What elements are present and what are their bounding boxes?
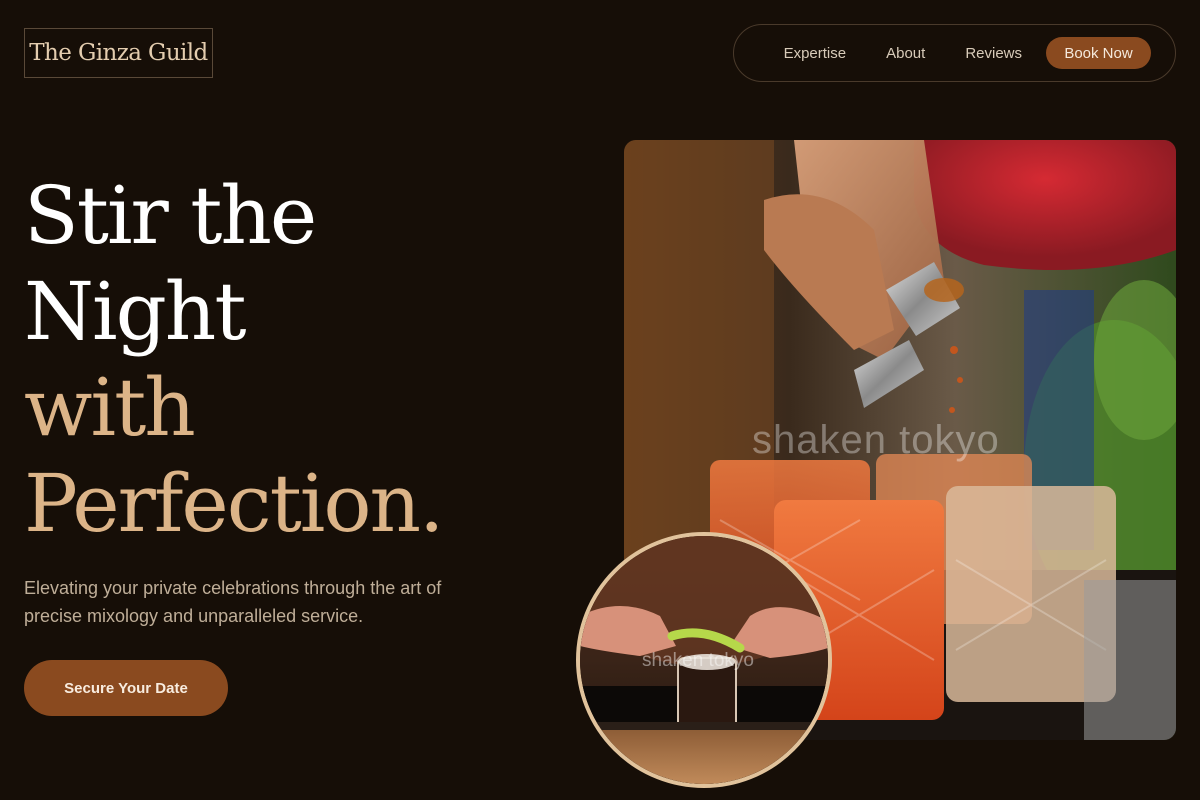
main-nav: Expertise About Reviews Book Now: [733, 24, 1176, 82]
secure-date-button[interactable]: Secure Your Date: [24, 660, 228, 716]
main-photo-watermark: shaken tokyo: [752, 418, 1000, 462]
hero-subtitle: Elevating your private celebrations thro…: [24, 578, 442, 626]
nav-link-expertise[interactable]: Expertise: [784, 45, 847, 62]
hero-title-line-4: Perfection.: [24, 457, 444, 550]
nav-link-about[interactable]: About: [886, 45, 925, 62]
nav-link-reviews[interactable]: Reviews: [965, 45, 1022, 62]
hero-title-line-2: Night: [24, 265, 246, 358]
hero-title: Stir the Night with Perfection.: [24, 168, 444, 552]
circle-photo-watermark: shaken tokyo: [642, 650, 754, 671]
hero-title-line-1: Stir the: [24, 169, 317, 262]
brand-logo-text: The Ginza Guild: [29, 40, 208, 66]
landing-page: The Ginza Guild Expertise About Reviews …: [0, 0, 1200, 800]
book-now-button[interactable]: Book Now: [1046, 37, 1151, 69]
hero-title-line-3: with: [24, 361, 196, 454]
brand-logo[interactable]: The Ginza Guild: [24, 28, 213, 78]
